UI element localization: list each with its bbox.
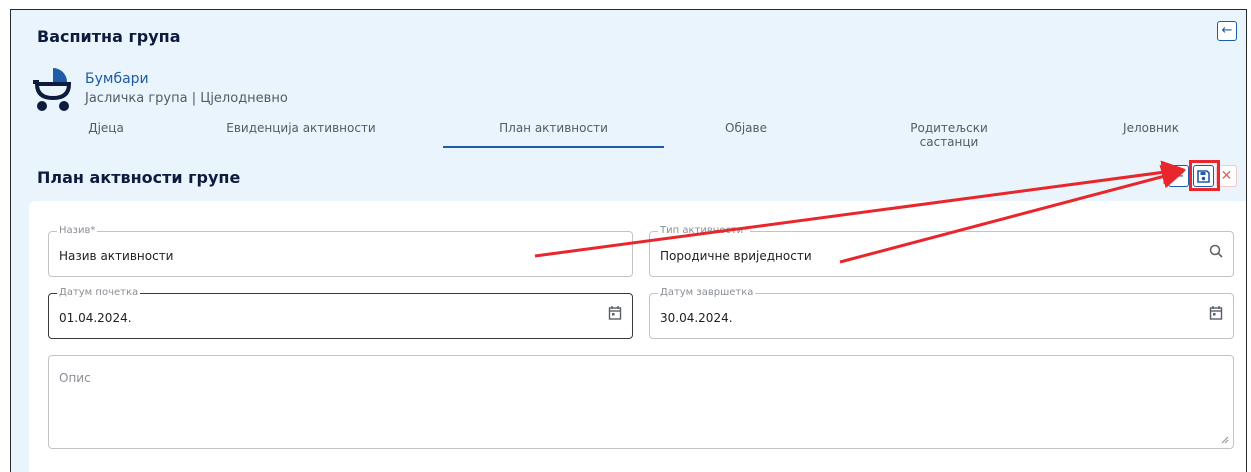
end-date-field-value: 30.04.2024. [660, 311, 733, 325]
tab-parent-meetings[interactable]: Родитељски састанци [879, 121, 1019, 149]
description-placeholder: Опис [59, 371, 91, 385]
annotation-highlight-box [1189, 160, 1220, 191]
name-field-label: Назив* [57, 225, 98, 237]
end-date-field[interactable]: Датум завршетка 30.04.2024. [649, 287, 1234, 339]
arrow-left-icon: ← [1221, 23, 1233, 38]
resize-handle-icon[interactable] [1221, 436, 1229, 444]
start-date-field-label: Датум почетка [57, 287, 141, 299]
close-icon: ✕ [1220, 168, 1233, 184]
baby-stroller-icon [33, 68, 72, 111]
section-back-button[interactable]: ← [1168, 165, 1189, 187]
activity-type-field[interactable]: Тип активности* Породичне вриједности [649, 225, 1234, 277]
search-icon[interactable] [1209, 243, 1223, 259]
active-tab-indicator [443, 146, 664, 148]
group-name: Бумбари [85, 71, 149, 87]
tab-activity-plan[interactable]: План активности [463, 121, 644, 135]
name-field[interactable]: Назив* Назив активности [48, 225, 633, 277]
description-field[interactable]: Опис [48, 355, 1234, 449]
calendar-icon[interactable] [1209, 305, 1223, 321]
activity-type-field-value: Породичне вриједности [660, 249, 812, 263]
calendar-icon[interactable] [608, 305, 622, 321]
section-title: План актвности групе [37, 168, 241, 187]
start-date-field-value: 01.04.2024. [59, 311, 132, 325]
tab-children[interactable]: Дјеца [61, 121, 151, 135]
end-date-field-label: Датум завршетка [658, 287, 756, 299]
activity-type-field-label: Тип активности* [658, 225, 751, 237]
name-field-value: Назив активности [59, 249, 174, 263]
back-button[interactable]: ← [1217, 21, 1237, 41]
tab-posts[interactable]: Објаве [701, 121, 791, 135]
group-subtitle: Јасличка група | Цјелодневно [85, 91, 288, 106]
start-date-field[interactable]: Датум почетка 01.04.2024. [48, 287, 633, 339]
page-title: Васпитна група [37, 27, 181, 46]
arrow-left-icon: ← [1173, 168, 1184, 184]
tab-activity-records[interactable]: Евиденција активности [211, 121, 391, 135]
tab-menu[interactable]: Јеловник [1111, 121, 1191, 135]
app-frame: Васпитна група ← Бумбари Јасличка група … [10, 9, 1247, 472]
form-card: Назив* Назив активности Тип активности* … [29, 201, 1246, 472]
